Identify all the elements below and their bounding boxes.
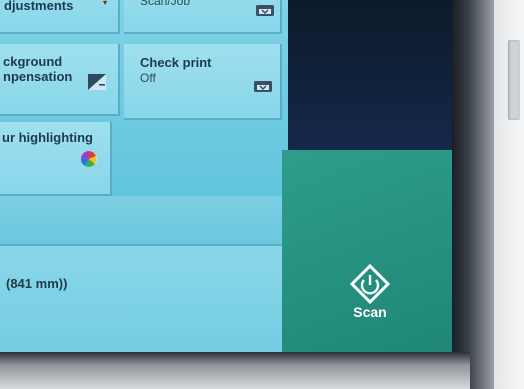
paper-size-text: (841 mm)) [6,276,68,291]
printer-icon [256,5,274,16]
tile-colour-highlighting[interactable]: ur highlighting [0,122,112,196]
empty-settings-row [0,196,282,246]
printer-icon [254,81,272,92]
colour-palette-icon [80,150,97,167]
scan-button[interactable]: Scan [330,258,410,328]
tile-background-compensation[interactable]: ckground npensation [0,44,120,116]
scan-label: Scan [353,304,387,320]
tile-scan-job[interactable]: Scan/Job [124,0,282,34]
tile-colour-title: ur highlighting [2,130,93,145]
tile-adjustments[interactable]: djustments [0,0,120,34]
touchscreen: djustments Scan/Job ckground npensation … [0,0,454,353]
start-diamond-icon [350,264,390,304]
tile-scan-job-sub: Scan/Job [140,0,191,8]
screen-bottom-rim [0,352,470,389]
tile-check-print-value: Off [140,71,156,85]
tile-check-print[interactable]: Check print Off [124,44,282,120]
dark-info-panel [288,0,454,150]
paper-size-row[interactable] [0,246,282,353]
screen-rim [452,0,494,389]
tile-check-print-title: Check print [140,55,212,70]
tile-background-title-1: ckground [3,54,63,69]
tile-background-title-2: npensation [3,69,73,84]
device-port [508,40,520,120]
background-compensation-icon [88,74,106,90]
tile-adjustments-title: djustments [4,0,74,13]
pencil-icon [102,0,108,5]
